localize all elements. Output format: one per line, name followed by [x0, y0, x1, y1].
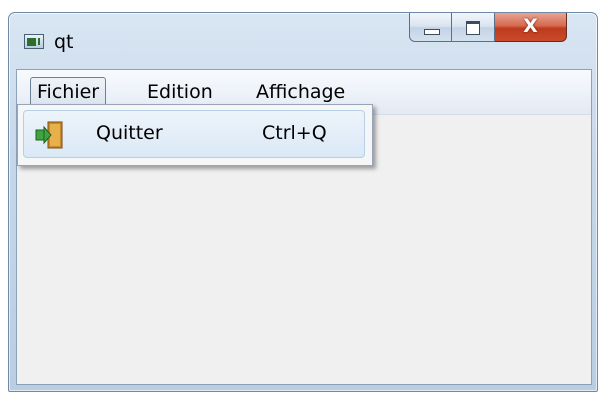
window-title: qt	[54, 31, 74, 53]
maximize-icon	[466, 21, 480, 35]
title-bar[interactable]: qt X	[9, 13, 597, 71]
exit-door-icon	[35, 121, 63, 149]
close-icon: X	[523, 15, 538, 37]
fichier-dropdown-menu: Quitter Ctrl+Q	[17, 104, 373, 166]
menu-item-quitter[interactable]: Quitter Ctrl+Q	[23, 110, 365, 158]
application-window: qt X Fichier Edition Affichage	[8, 12, 598, 392]
minimize-icon	[424, 29, 440, 35]
minimize-button[interactable]	[409, 13, 452, 42]
quitter-label: Quitter	[96, 122, 163, 144]
window-controls: X	[409, 13, 587, 43]
app-window-icon[interactable]	[24, 34, 44, 49]
quitter-shortcut: Ctrl+Q	[262, 122, 327, 144]
close-button[interactable]: X	[495, 13, 567, 42]
maximize-button[interactable]	[452, 13, 495, 42]
